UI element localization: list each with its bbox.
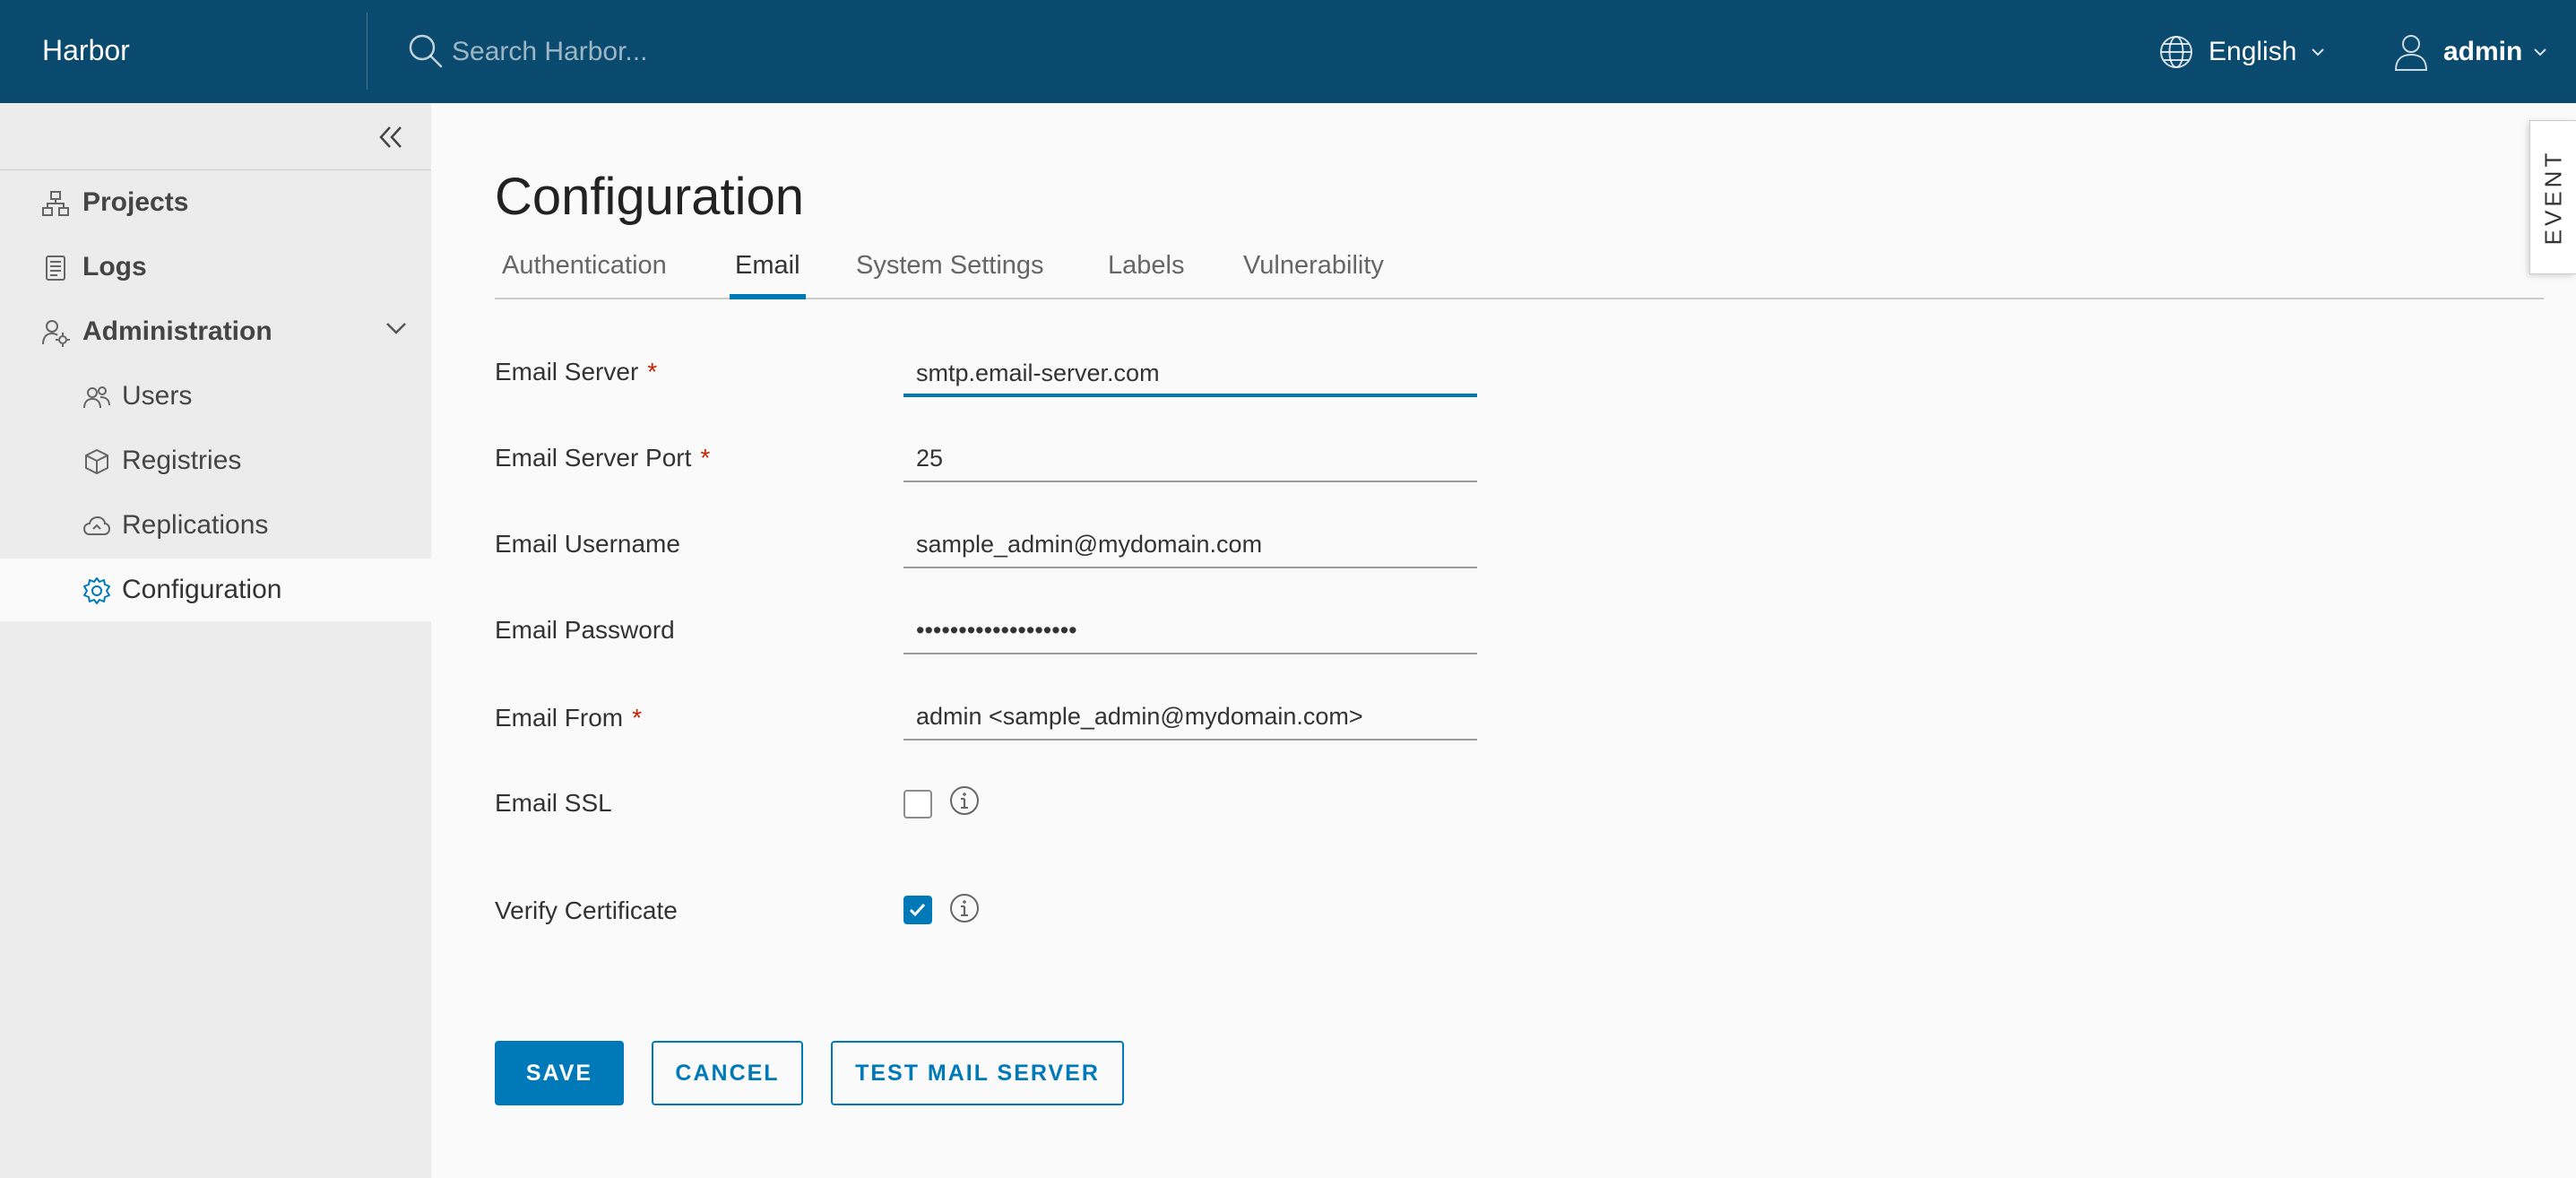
projects-icon: [42, 191, 69, 216]
email-username-input[interactable]: [914, 522, 1474, 567]
email-from-label: Email From *: [495, 704, 642, 732]
email-username-label: Email Username: [495, 530, 680, 559]
sidebar-item-logs[interactable]: Logs: [0, 236, 431, 299]
email-server-port-field[interactable]: [903, 436, 1477, 482]
email-from-field[interactable]: [903, 694, 1477, 741]
test-mail-server-button[interactable]: TEST MAIL SERVER: [831, 1041, 1124, 1105]
language-selector[interactable]: English: [2158, 27, 2325, 77]
email-server-label-text: Email Server: [495, 358, 639, 385]
verify-certificate-checkbox[interactable]: [903, 896, 932, 924]
email-ssl-checkbox[interactable]: [903, 790, 932, 819]
globe-icon: [2160, 36, 2192, 68]
username-label: admin: [2443, 37, 2523, 66]
verify-certificate-label: Verify Certificate: [495, 896, 678, 925]
sidebar-item-label: Users: [122, 381, 193, 411]
page-title: Configuration: [495, 168, 804, 226]
email-username-field[interactable]: [903, 522, 1477, 568]
search-icon: [409, 34, 443, 68]
save-button[interactable]: SAVE: [495, 1041, 624, 1105]
email-server-field[interactable]: [903, 351, 1477, 397]
email-server-port-label: Email Server Port *: [495, 444, 710, 472]
email-password-field[interactable]: [903, 608, 1477, 654]
language-label: English: [2209, 37, 2297, 66]
email-from-input[interactable]: [914, 694, 1474, 739]
tab-labels[interactable]: Labels: [1108, 251, 1184, 298]
global-search[interactable]: [408, 30, 1215, 74]
email-server-input[interactable]: [914, 351, 1474, 395]
sidebar-item-label: Administration: [82, 316, 272, 346]
sidebar-item-users[interactable]: Users: [0, 365, 431, 428]
top-header: Harbor English admin: [0, 0, 2576, 103]
config-tabs: Authentication Email System Settings Lab…: [495, 247, 2544, 299]
tab-authentication[interactable]: Authentication: [502, 251, 667, 298]
email-password-label: Email Password: [495, 616, 675, 645]
sidebar-item-registries[interactable]: Registries: [0, 429, 431, 492]
verify-certificate-label-text: Verify Certificate: [495, 896, 678, 924]
required-mark: *: [632, 704, 643, 732]
sidebar-item-label: Replications: [122, 510, 269, 540]
required-mark: *: [700, 444, 711, 472]
sidebar-item-label: Logs: [82, 252, 147, 282]
email-password-label-text: Email Password: [495, 616, 675, 644]
email-from-label-text: Email From: [495, 704, 624, 732]
tab-system-settings[interactable]: System Settings: [856, 251, 1044, 298]
replications-icon: [82, 515, 111, 535]
cancel-button[interactable]: CANCEL: [652, 1041, 803, 1105]
tab-email[interactable]: Email: [730, 251, 805, 299]
email-server-label: Email Server *: [495, 358, 657, 386]
event-tab-label: EVENT: [2539, 149, 2566, 246]
double-chevron-left-icon: [379, 126, 402, 148]
search-input[interactable]: [450, 30, 1171, 74]
sidebar-item-projects[interactable]: Projects: [0, 171, 431, 234]
sidebar: Projects Logs Administration Users Regis…: [0, 103, 431, 1178]
user-icon: [2394, 35, 2428, 71]
sidebar-item-configuration[interactable]: Configuration: [0, 559, 431, 621]
sidebar-item-label: Registries: [122, 446, 242, 475]
collapse-sidebar-button[interactable]: [370, 119, 413, 155]
email-server-port-label-text: Email Server Port: [495, 444, 692, 472]
email-ssl-label: Email SSL: [495, 789, 612, 818]
registries-icon: [85, 448, 108, 475]
sidebar-item-label: Projects: [82, 187, 189, 217]
email-ssl-label-text: Email SSL: [495, 789, 612, 817]
users-icon: [83, 386, 110, 409]
sidebar-item-replications[interactable]: Replications: [0, 494, 431, 557]
administration-icon: [42, 320, 70, 347]
checkmark-icon: [909, 903, 926, 917]
info-icon[interactable]: [948, 784, 981, 817]
sidebar-item-label: Configuration: [122, 575, 282, 604]
sidebar-item-administration[interactable]: Administration: [0, 300, 431, 363]
brand-name[interactable]: Harbor: [42, 0, 130, 103]
email-username-label-text: Email Username: [495, 530, 680, 558]
chevron-down-icon: [2534, 48, 2547, 56]
gear-icon: [83, 577, 110, 604]
event-panel-tab[interactable]: EVENT: [2529, 120, 2576, 274]
chevron-down-icon: [2312, 48, 2325, 56]
chevron-down-icon: [386, 323, 406, 334]
email-server-port-input[interactable]: [914, 436, 1474, 481]
logs-icon: [46, 256, 65, 281]
info-icon[interactable]: [948, 892, 981, 924]
sidebar-divider: [0, 169, 431, 170]
email-password-input[interactable]: [914, 608, 1474, 653]
tab-vulnerability[interactable]: Vulnerability: [1243, 251, 1384, 298]
user-menu[interactable]: admin: [2393, 27, 2547, 77]
required-mark: *: [647, 358, 658, 385]
